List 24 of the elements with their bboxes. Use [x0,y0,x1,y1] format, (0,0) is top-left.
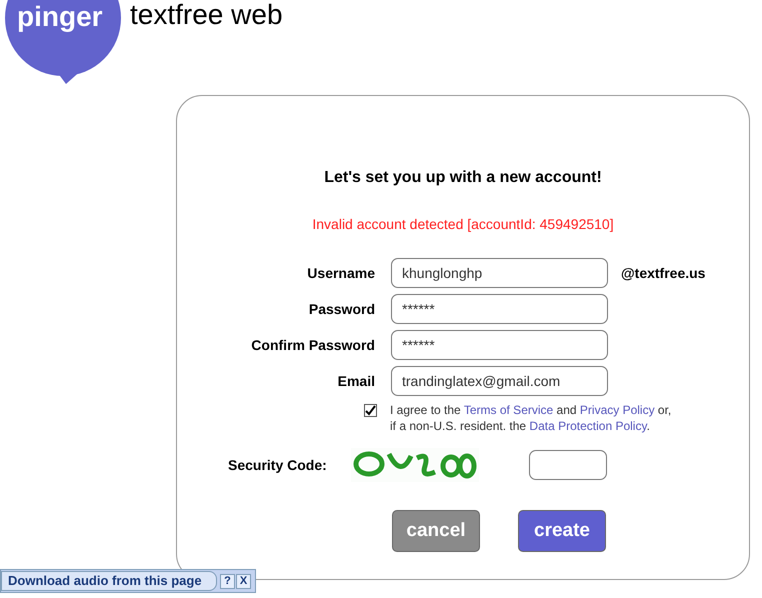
field-label: Password [308,300,375,318]
domain-suffix: @textfree.us [621,264,706,282]
brand-name: pinger [17,2,103,32]
policy-link[interactable]: Data Protection Policy [529,419,647,433]
product-name: textfree web [130,0,283,30]
field-label: Username [306,264,375,282]
text-field[interactable]: khunglonghp [391,258,608,288]
text-field[interactable]: ****** [391,294,608,324]
policy-link[interactable]: Privacy Policy [580,403,655,417]
agreement-text: I agree to the Terms of Service and Privacy Policy or, if a non-U.S. resident. the Data Protection Policy. [390,402,672,434]
field-label: Email [336,372,375,390]
form-heading: Let's set you up with a new account! [324,168,602,188]
field-label: Confirm Password [250,336,375,354]
text-field[interactable]: trandinglatex@gmail.com [391,366,608,396]
security-code-field[interactable] [529,450,607,480]
help-button[interactable]: ? [220,574,235,588]
close-button[interactable]: X [236,574,251,588]
text-field[interactable]: ****** [391,330,608,360]
download-audio-button[interactable]: Download audio from this page [1,571,217,591]
security-code-label: Security Code: [228,456,328,475]
policy-link[interactable]: Terms of Service [464,403,554,417]
create-button[interactable]: create [518,510,606,552]
error-message: Invalid account detected [accountId: 459492510] [312,215,614,234]
agree-checkbox[interactable] [364,404,377,417]
